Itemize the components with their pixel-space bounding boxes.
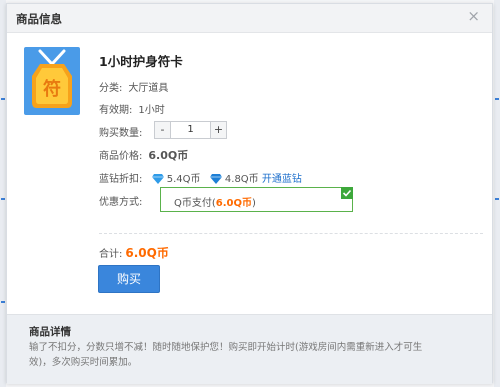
validity-label: 有效期: bbox=[99, 105, 133, 116]
blue-diamond-icon bbox=[151, 174, 164, 184]
payment-label: 优惠方式: bbox=[99, 197, 143, 208]
section-divider bbox=[99, 233, 483, 234]
total-value: 6.0Q币 bbox=[125, 246, 169, 260]
selected-check-icon bbox=[341, 187, 353, 199]
amulet-card-icon: 符 bbox=[24, 47, 80, 115]
qcoin-payment-option[interactable]: Q币支付(6.0Q币) bbox=[160, 187, 353, 212]
amulet-glyph: 符 bbox=[43, 78, 61, 100]
dialog-title: 商品信息 bbox=[16, 12, 62, 26]
open-blue-diamond-link[interactable]: 开通蓝钻 bbox=[262, 174, 302, 185]
price-value: 6.0Q币 bbox=[148, 149, 189, 162]
product-details-section: 商品详情 输了不扣分，分数只增不减！随时随地保护您！购买即开始计时(游戏房间内需… bbox=[7, 314, 492, 384]
background-marker bbox=[495, 198, 499, 200]
diamond-price-1: 5.4Q币 bbox=[166, 174, 201, 185]
validity-value: 1小时 bbox=[138, 105, 165, 116]
category-value: 大厅道具 bbox=[128, 83, 169, 94]
diamond-price-2: 4.8Q币 bbox=[224, 174, 259, 185]
super-diamond-icon bbox=[209, 174, 222, 184]
background-marker bbox=[495, 98, 499, 100]
total-label: 合计: bbox=[99, 249, 123, 260]
details-title: 商品详情 bbox=[29, 326, 71, 338]
buy-button[interactable]: 购买 bbox=[98, 265, 160, 293]
price-row: 商品价格: 6.0Q币 bbox=[99, 147, 188, 163]
quantity-input[interactable]: 1 bbox=[171, 122, 210, 138]
increase-quantity-button[interactable]: + bbox=[210, 122, 226, 138]
payment-option-text: Q币支付(6.0Q币) bbox=[174, 198, 256, 209]
payment-row: 优惠方式: bbox=[99, 193, 142, 208]
background-marker bbox=[1, 98, 5, 100]
validity-row: 有效期: 1小时 bbox=[99, 101, 165, 116]
quantity-row: 购买数量: bbox=[99, 124, 142, 139]
dialog-header: 商品信息 × bbox=[7, 4, 492, 33]
details-text: 输了不扣分，分数只增不减！随时随地保护您！购买即开始计时(游戏房间内需重新进入才… bbox=[29, 342, 423, 368]
price-label: 商品价格: bbox=[99, 151, 143, 162]
payment-amount: 6.0Q币 bbox=[215, 198, 252, 209]
decrease-quantity-button[interactable]: - bbox=[155, 122, 171, 138]
total-row: 合计: 6.0Q币 bbox=[99, 244, 169, 261]
background-panel-right bbox=[494, 0, 500, 387]
background-marker bbox=[1, 301, 5, 303]
background-marker bbox=[1, 198, 5, 200]
quantity-stepper: - 1 + bbox=[154, 121, 227, 139]
diamond-discount-label: 蓝钻折扣: bbox=[99, 174, 143, 185]
product-info-dialog: 商品信息 × 符 1小时护身符卡 分类: 大厅道具 有效期: 1小时 购买数量: -… bbox=[6, 3, 493, 384]
category-label: 分类: bbox=[99, 83, 123, 94]
diamond-discount-row: 蓝钻折扣: 5.4Q币 4.8Q币 开通蓝钻 bbox=[99, 170, 302, 185]
close-icon[interactable]: × bbox=[467, 9, 480, 24]
product-name: 1小时护身符卡 bbox=[99, 54, 183, 69]
category-row: 分类: 大厅道具 bbox=[99, 79, 168, 94]
quantity-label: 购买数量: bbox=[99, 128, 143, 139]
